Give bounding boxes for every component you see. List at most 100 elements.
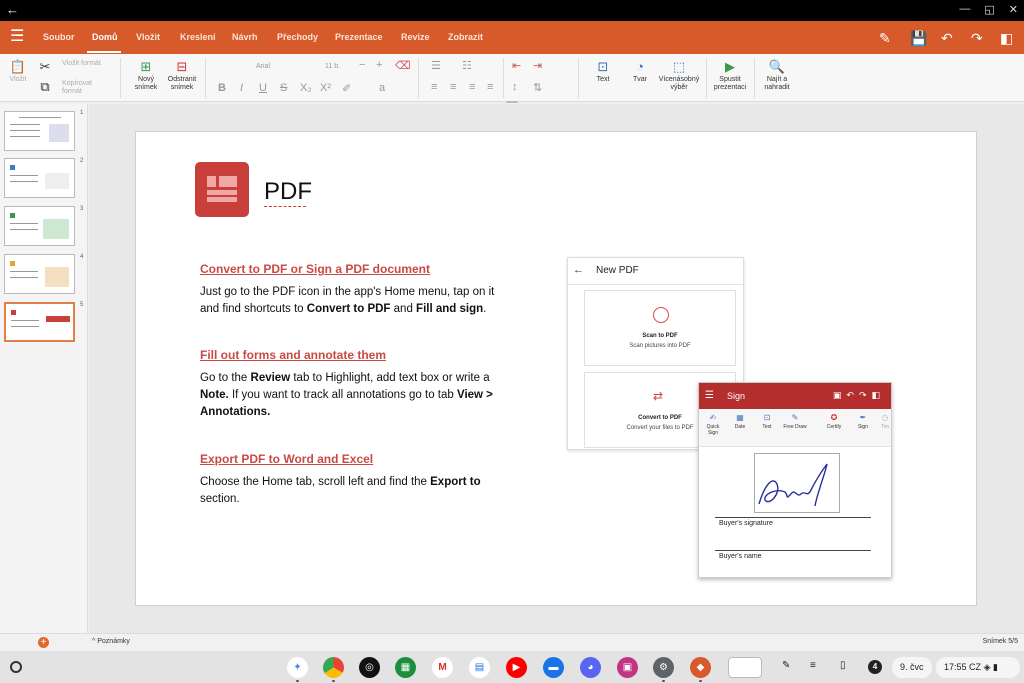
tab-file[interactable]: Soubor	[43, 32, 75, 42]
tab-draw[interactable]: Kreslení	[180, 32, 216, 42]
shape-button[interactable]: ◔ Tvar	[625, 60, 655, 84]
paste-format-button[interactable]: Vložit formát	[62, 60, 104, 68]
system-tray-pill[interactable]: 17:55 CZ ◈ ▮	[936, 657, 1020, 678]
slide-thumbnail-2[interactable]	[4, 158, 75, 198]
slide-thumbnail-3[interactable]	[4, 206, 75, 246]
increase-font-icon[interactable]: +	[376, 59, 382, 71]
add-slide-icon[interactable]: +	[38, 637, 49, 648]
slide-number: 5	[80, 302, 84, 308]
minimize-icon[interactable]: —	[959, 3, 970, 16]
gmail-icon[interactable]: M	[432, 657, 453, 678]
slide-thumbnail-1[interactable]	[4, 111, 75, 151]
strikethrough-icon[interactable]: S	[280, 82, 287, 94]
multi-select-button[interactable]: ⬚ Vícenásobný výběr	[656, 60, 702, 92]
underline-icon[interactable]: U	[259, 82, 267, 94]
slide-title[interactable]: PDF	[264, 178, 312, 206]
highlight-icon[interactable]: ✐	[342, 82, 351, 95]
find-replace-button[interactable]: 🔍 Najít a nahradit	[760, 60, 794, 92]
paste-button[interactable]: 📋 Vložit	[4, 60, 32, 84]
toolbar-divider	[120, 58, 121, 98]
sign-screenshot[interactable]: ☰ Sign ▣↶↷◧ ✍ Quick Sign ▦ Date ⊡ Text ✎ Fre…	[698, 382, 892, 578]
superscript-icon[interactable]: X²	[320, 82, 331, 94]
wifi-icon: ◈	[983, 662, 991, 672]
section-heading[interactable]: Convert to PDF or Sign a PDF document	[200, 262, 430, 276]
youtube-icon[interactable]: ▶	[506, 657, 527, 678]
tab-home[interactable]: Domů	[92, 32, 118, 42]
slide-thumbnail-5[interactable]	[4, 302, 75, 342]
slide-thumbnail-4[interactable]	[4, 254, 75, 294]
tab-design[interactable]: Návrh	[232, 32, 258, 42]
calendar-app-icon[interactable]: ▤	[469, 657, 490, 678]
hamburger-menu-icon[interactable]: ☰	[10, 29, 24, 45]
line-spacing-icon[interactable]: ↕	[512, 81, 518, 93]
align-left-icon[interactable]: ≡	[431, 81, 437, 93]
tab-review[interactable]: Revize	[401, 32, 430, 42]
tab-view[interactable]: Zobrazit	[448, 32, 483, 42]
font-color-icon[interactable]: a	[379, 82, 385, 94]
bold-icon[interactable]: B	[218, 82, 226, 94]
date-pill[interactable]: 9. čvc	[892, 657, 932, 678]
text-box-button[interactable]: ⊡ Text	[588, 60, 618, 84]
new-slide-button[interactable]: ⊞ Nový snímek	[132, 60, 160, 92]
cut-button[interactable]: ✂	[38, 60, 52, 76]
cast-app-icon[interactable]: ◎	[359, 657, 380, 678]
chrome-icon[interactable]	[323, 657, 344, 678]
section-body[interactable]: Choose the Home tab, scroll left and fin…	[200, 474, 488, 508]
delete-slide-button[interactable]: ⊟ Odstranit snímek	[166, 60, 198, 92]
subscript-icon[interactable]: X₂	[300, 82, 312, 94]
edit-mode-icon[interactable]: ✎	[879, 30, 891, 47]
copy-button[interactable]: ⧉	[38, 80, 52, 96]
italic-icon[interactable]: I	[240, 82, 243, 94]
photo-app-icon[interactable]: ▣	[617, 657, 638, 678]
files-icon[interactable]: ▬	[543, 657, 564, 678]
save-icon[interactable]: 💾	[910, 30, 927, 47]
convert-icon: ⇄	[653, 389, 664, 403]
close-icon[interactable]: ✕	[1009, 3, 1018, 16]
window-preview-icon[interactable]	[728, 657, 762, 678]
gemini-icon[interactable]: ✦	[287, 657, 308, 678]
back-arrow-icon[interactable]: ←	[6, 2, 19, 17]
indent-decrease-icon[interactable]: ⇤	[512, 59, 521, 72]
section-heading[interactable]: Fill out forms and annotate them	[200, 348, 386, 362]
redo-icon[interactable]: ↷	[971, 30, 983, 47]
playlist-icon[interactable]: ≡	[810, 660, 816, 671]
bullets-icon[interactable]: ☰	[431, 59, 441, 72]
decrease-font-icon[interactable]: −	[359, 59, 365, 71]
align-center-icon[interactable]: ≡	[450, 81, 456, 93]
numbering-icon[interactable]: ☷	[462, 59, 472, 72]
keyboard-locale: CZ	[969, 662, 982, 672]
undo-icon[interactable]: ↶	[941, 30, 953, 47]
toolbar-collapse-handle[interactable]	[506, 101, 518, 103]
tab-presentation[interactable]: Prezentace	[335, 32, 383, 42]
tab-insert[interactable]: Vložit	[136, 32, 160, 42]
align-right-icon[interactable]: ≡	[469, 81, 475, 93]
font-size-select[interactable]: 11 b.	[325, 63, 340, 70]
justify-icon[interactable]: ≡	[487, 81, 493, 93]
launcher-icon[interactable]	[10, 661, 22, 673]
start-presentation-button[interactable]: ▶ Spustit prezentaci	[712, 60, 748, 92]
restore-icon[interactable]: ◱	[984, 3, 994, 16]
stylus-icon[interactable]: ✎	[782, 660, 790, 671]
clear-format-icon[interactable]: ⌫	[395, 59, 411, 72]
settings-icon[interactable]: ⚙	[653, 657, 674, 678]
notes-toggle[interactable]: ^ Poznámky	[92, 638, 130, 645]
discord-icon[interactable]: ◕	[580, 657, 601, 678]
tab-transitions[interactable]: Přechody	[277, 32, 318, 42]
indent-increase-icon[interactable]: ⇥	[533, 59, 542, 72]
current-slide[interactable]: PDF Convert to PDF or Sign a PDF documen…	[135, 131, 977, 606]
phone-hub-icon[interactable]: ▯	[840, 660, 846, 671]
section-body[interactable]: Go to the Review tab to Highlight, add t…	[200, 370, 496, 421]
section-heading[interactable]: Export PDF to Word and Excel	[200, 452, 373, 466]
slides-panel: 1 2 3 4 5	[0, 104, 88, 633]
quick-sign-icon: ✍	[709, 413, 717, 422]
copy-format-button[interactable]: Kopírovat formát	[62, 80, 108, 96]
apps-grid-icon[interactable]: ▦	[395, 657, 416, 678]
font-name-select[interactable]: Arial	[256, 63, 270, 70]
text-direction-icon[interactable]: ⇅	[533, 81, 542, 94]
notification-count-badge[interactable]: 4	[868, 660, 882, 674]
office-app-icon[interactable]: ◆	[690, 657, 711, 678]
copy-icon: ⧉	[40, 79, 50, 94]
spellcheck-underline	[264, 205, 306, 207]
sidebar-toggle-icon[interactable]: ◧	[1000, 30, 1013, 47]
section-body[interactable]: Just go to the PDF icon in the app's Hom…	[200, 284, 496, 318]
